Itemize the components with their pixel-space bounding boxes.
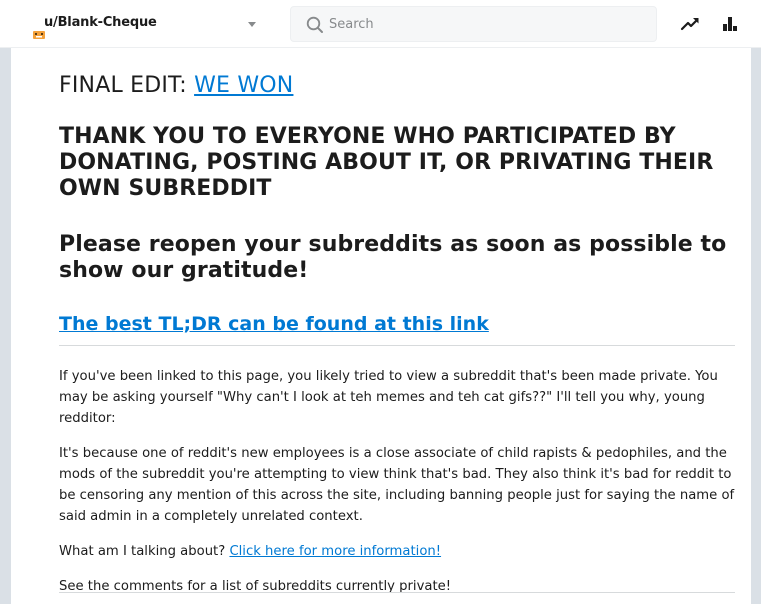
reopen-heading: Please reopen your subreddits as soon as…: [59, 232, 727, 283]
search-icon: [306, 16, 323, 33]
trending-up-icon: [680, 18, 699, 31]
post-content: FINAL EDIT: WE WON THANK YOU TO EVERYONE…: [11, 0, 751, 604]
popular-button[interactable]: [714, 8, 746, 40]
final-edit-heading: FINAL EDIT: WE WON: [59, 70, 735, 102]
more-info-link[interactable]: Click here for more information!: [229, 544, 441, 559]
paragraph-more-info: What am I talking about? Click here for …: [59, 541, 735, 562]
popular-chart-icon: [723, 17, 737, 31]
thanks-heading: THANK YOU TO EVERYONE WHO PARTICIPATED B…: [59, 124, 714, 201]
paragraph-intro: If you've been linked to this page, you …: [59, 369, 718, 426]
final-edit-label: FINAL EDIT:: [59, 73, 187, 98]
we-won-link[interactable]: WE WON: [194, 73, 293, 98]
search-input[interactable]: [329, 7, 649, 41]
tldr-link[interactable]: The best TL;DR can be found at this link: [59, 313, 489, 335]
paragraph-explanation: It's because one of reddit's new employe…: [59, 446, 735, 524]
chevron-down-icon: [248, 22, 256, 27]
paragraph-comments: See the comments for a list of subreddit…: [59, 579, 452, 594]
trending-button[interactable]: [674, 8, 706, 40]
more-info-prefix: What am I talking about?: [59, 544, 226, 559]
search-bar[interactable]: [290, 6, 657, 42]
top-bar: u/Blank-Cheque: [0, 0, 761, 48]
tldr-heading: The best TL;DR can be found at this link: [59, 311, 735, 346]
post-body: FINAL EDIT: WE WON THANK YOU TO EVERYONE…: [59, 70, 735, 597]
avatar: [27, 28, 49, 40]
user-dropdown[interactable]: u/Blank-Cheque: [28, 8, 268, 40]
username: u/Blank-Cheque: [44, 15, 157, 30]
divider: [59, 592, 735, 593]
